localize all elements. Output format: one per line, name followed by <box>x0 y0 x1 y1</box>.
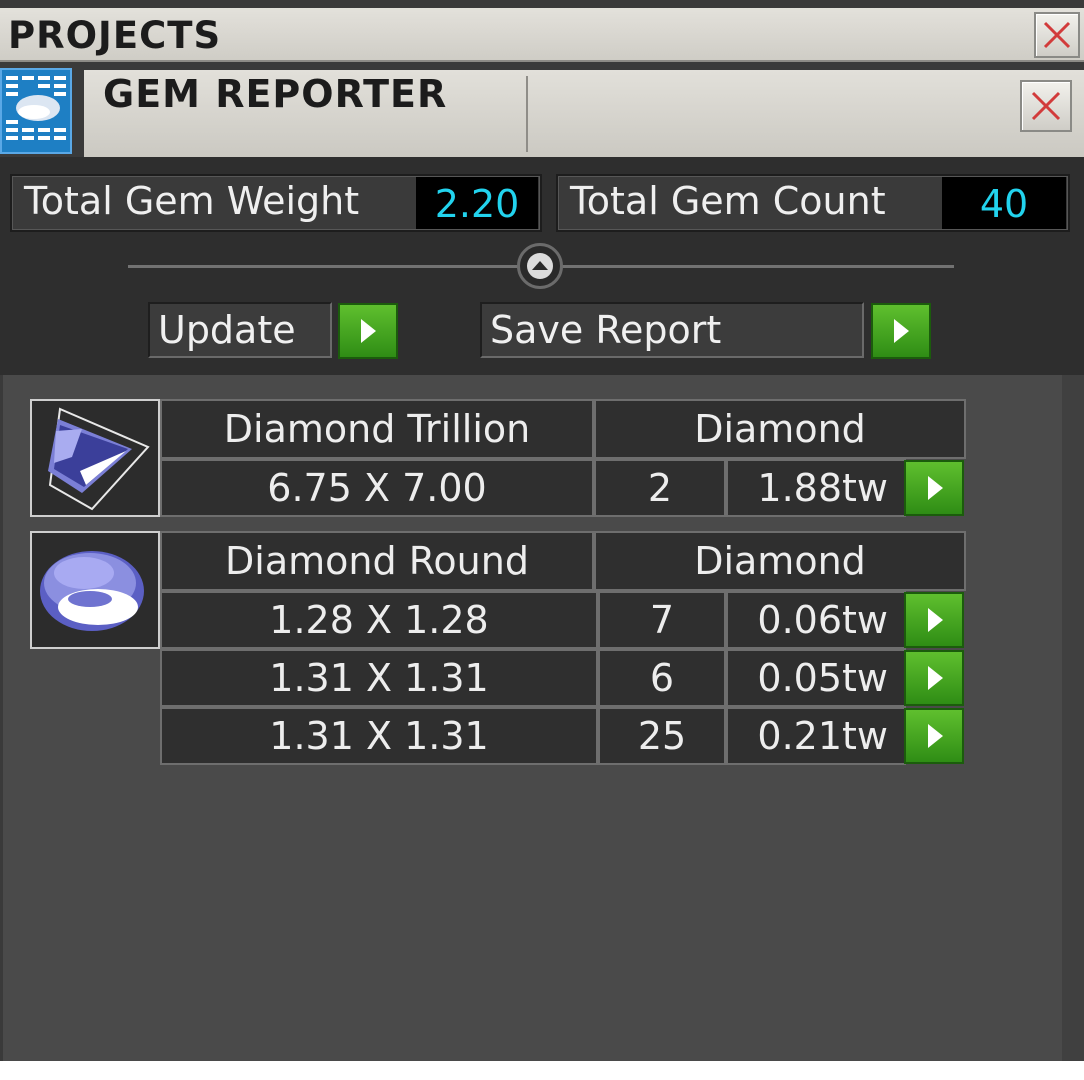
save-report-label: Save Report <box>490 308 722 352</box>
play-arrow-icon <box>928 666 943 690</box>
play-arrow-icon <box>928 476 943 500</box>
play-arrow-icon <box>928 724 943 748</box>
group-1-gem-name: Diamond Trillion <box>160 399 594 459</box>
gem-reporter-header: GEM REPORTER <box>0 62 1084 157</box>
group-2-row-1-size: 1.28 X 1.28 <box>160 591 598 649</box>
gem-reporter-close-button[interactable] <box>1020 80 1072 132</box>
group-2-row-2-count: 6 <box>598 649 726 707</box>
total-gem-weight-value: 2.20 <box>416 177 538 229</box>
group-1-row-1-go-button[interactable] <box>904 460 964 516</box>
trillion-gem-icon <box>48 407 150 511</box>
group-2-row-2-go-button[interactable] <box>904 650 964 706</box>
group-2-material: Diamond <box>594 531 966 591</box>
group-2-row-3-count: 25 <box>598 707 726 765</box>
group-1-row-1-weight: 1.88tw <box>726 459 906 517</box>
group-1-material: Diamond <box>594 399 966 459</box>
group-2-row-1-count: 7 <box>598 591 726 649</box>
group-2-row-1-go-button[interactable] <box>904 592 964 648</box>
save-report-button[interactable] <box>871 303 931 359</box>
close-icon <box>1043 21 1071 49</box>
collapse-toggle-button[interactable] <box>517 243 563 289</box>
report-icon <box>6 76 66 140</box>
gem-reporter-title: GEM REPORTER <box>103 72 448 116</box>
close-icon <box>1031 91 1061 121</box>
group-2-row-3-size: 1.31 X 1.31 <box>160 707 598 765</box>
group-1-row-1-count: 2 <box>594 459 726 517</box>
scrollbar-track[interactable] <box>1062 375 1084 1061</box>
group-2-row-3-go-button[interactable] <box>904 708 964 764</box>
chevron-up-icon <box>527 253 553 279</box>
group-2-row-2-weight: 0.05tw <box>726 649 906 707</box>
update-label: Update <box>158 308 296 352</box>
group-2-gem-name: Diamond Round <box>160 531 594 591</box>
update-button[interactable] <box>338 303 398 359</box>
total-gem-count-value: 40 <box>942 177 1066 229</box>
projects-title-bar: PROJECTS <box>0 0 1084 62</box>
group-2-row-2-size: 1.31 X 1.31 <box>160 649 598 707</box>
header-divider <box>526 76 528 152</box>
group-2-row-3-weight: 0.21tw <box>726 707 906 765</box>
gem-thumbnail-round[interactable] <box>30 531 160 649</box>
play-arrow-icon <box>894 319 909 343</box>
group-1-row-1-size: 6.75 X 7.00 <box>160 459 594 517</box>
projects-title: PROJECTS <box>8 14 222 57</box>
bottom-edge <box>0 1061 1084 1080</box>
group-2-row-1-weight: 0.06tw <box>726 591 906 649</box>
gem-reporter-app-icon <box>0 68 72 154</box>
round-gem-icon <box>40 551 144 631</box>
projects-close-button[interactable] <box>1034 12 1080 58</box>
gem-thumbnail-trillion[interactable] <box>30 399 160 517</box>
total-gem-weight-label: Total Gem Weight <box>24 179 360 223</box>
play-arrow-icon <box>928 608 943 632</box>
total-gem-count-label: Total Gem Count <box>570 179 886 223</box>
play-arrow-icon <box>361 319 376 343</box>
